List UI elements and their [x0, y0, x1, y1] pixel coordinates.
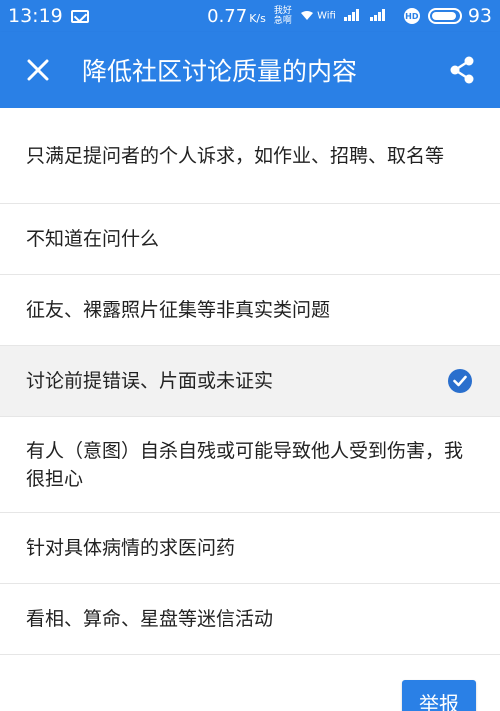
network-speed: 0.77 K/s	[207, 6, 266, 27]
message-icon	[70, 9, 89, 23]
checkmark-icon	[448, 369, 472, 393]
reason-item[interactable]: 只满足提问者的个人诉求，如作业、招聘、取名等	[0, 108, 500, 204]
reason-item-label: 有人（意图）自杀自残或可能导致他人受到伤害，我很担心	[26, 439, 464, 490]
battery-fill	[431, 12, 456, 20]
close-button[interactable]	[0, 32, 76, 108]
signal-icon	[343, 8, 396, 25]
wifi-icon: Wifi	[300, 10, 336, 22]
status-bar: 13:19 0.77 K/s 我好 急啊 Wifi HD 93	[0, 0, 500, 32]
battery-icon	[427, 8, 462, 24]
network-speed-value: 0.77	[207, 5, 248, 27]
status-small-label-top: 我好	[273, 6, 292, 16]
reason-item-label: 不知道在问什么	[26, 228, 160, 250]
app-root: 13:19 0.77 K/s 我好 急啊 Wifi HD 93 降低社区讨论质量…	[0, 0, 500, 711]
battery-level: 93	[467, 5, 492, 27]
share-icon	[450, 56, 474, 84]
share-button[interactable]	[424, 32, 500, 108]
close-icon	[27, 59, 49, 81]
reason-list: 只满足提问者的个人诉求，如作业、招聘、取名等 不知道在问什么 征友、裸露照片征集…	[0, 108, 500, 655]
reason-item[interactable]: 征友、裸露照片征集等非真实类问题	[0, 275, 500, 346]
status-time: 13:19	[8, 5, 63, 27]
wifi-label: Wifi	[317, 10, 336, 22]
reason-item[interactable]: 有人（意图）自杀自残或可能导致他人受到伤害，我很担心	[0, 417, 500, 513]
reason-item[interactable]: 看相、算命、星盘等迷信活动	[0, 584, 500, 655]
status-small-label-bottom: 急啊	[273, 16, 292, 26]
app-bar: 降低社区讨论质量的内容	[0, 32, 500, 108]
network-speed-unit: K/s	[249, 11, 266, 25]
reason-item[interactable]: 针对具体病情的求医问药	[0, 513, 500, 584]
status-small-label: 我好 急啊	[274, 6, 292, 26]
reason-item-label: 征友、裸露照片征集等非真实类问题	[26, 299, 331, 321]
report-button[interactable]: 举报	[402, 680, 476, 711]
page-title: 降低社区讨论质量的内容	[82, 57, 358, 86]
reason-item[interactable]: 不知道在问什么	[0, 204, 500, 275]
hd-icon: HD	[403, 8, 420, 24]
reason-item-label: 讨论前提错误、片面或未证实	[26, 370, 274, 392]
reason-item-label: 针对具体病情的求医问药	[26, 537, 236, 559]
reason-item-label: 看相、算命、星盘等迷信活动	[26, 608, 274, 630]
reason-item-label: 只满足提问者的个人诉求，如作业、招聘、取名等	[26, 144, 445, 167]
reason-item-selected[interactable]: 讨论前提错误、片面或未证实	[0, 346, 500, 417]
